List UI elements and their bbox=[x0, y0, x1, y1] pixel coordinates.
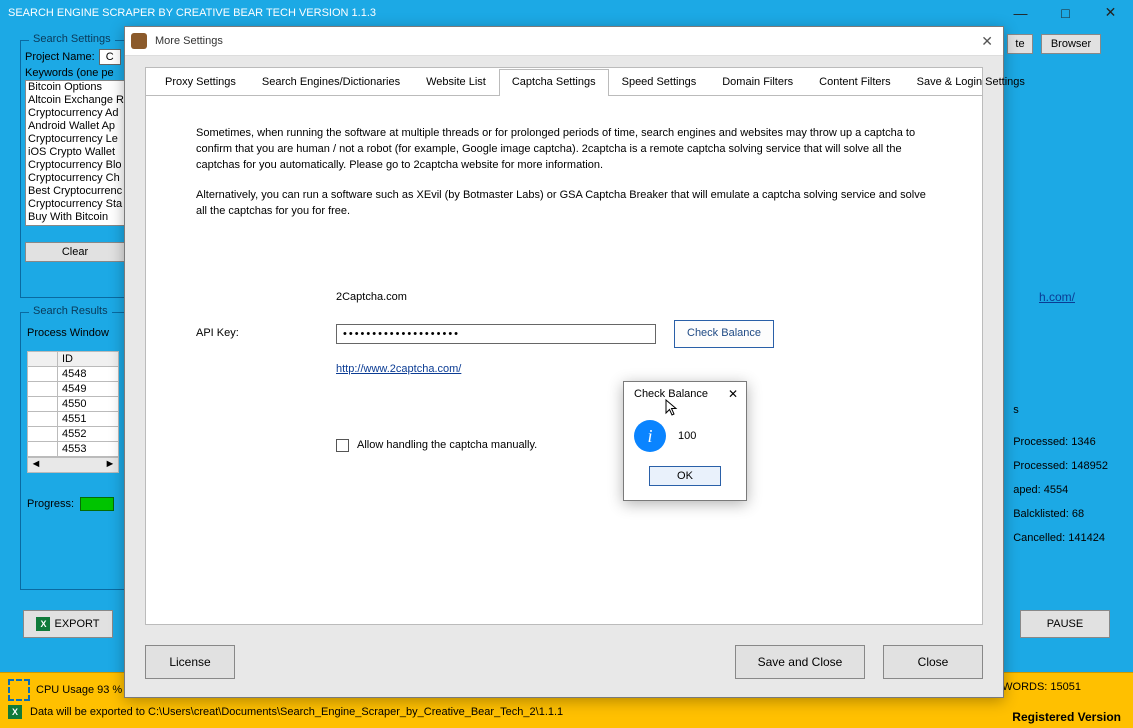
service-name-label: 2Captcha.com bbox=[336, 290, 407, 306]
search-results-panel: Search Results Process Window ID 4548 45… bbox=[20, 312, 130, 590]
captcha-paragraph-1: Sometimes, when running the software at … bbox=[196, 126, 932, 174]
bear-icon bbox=[131, 33, 147, 49]
progress-bar bbox=[80, 497, 114, 511]
info-icon: i bbox=[634, 420, 666, 452]
table-row[interactable]: 4552 bbox=[28, 427, 119, 442]
keyword-item[interactable]: Cryptocurrency Ch bbox=[26, 172, 124, 185]
keyword-item[interactable]: Altcoin Exchange R bbox=[26, 94, 124, 107]
table-row[interactable]: 4551 bbox=[28, 412, 119, 427]
keyword-item[interactable]: Cryptocurrency Ad bbox=[26, 107, 124, 120]
keyword-item[interactable]: Cryptocurrency Le bbox=[26, 133, 124, 146]
keyword-item[interactable]: Android Wallet Ap bbox=[26, 120, 124, 133]
check-balance-dialog: Check Balance ✕ i 100 OK bbox=[623, 381, 747, 501]
tab-content-filters[interactable]: Content Filters bbox=[806, 69, 904, 96]
modal-footer: License Save and Close Close bbox=[145, 645, 983, 679]
progress-label: Progress: bbox=[27, 498, 74, 510]
browser-button[interactable]: Browser bbox=[1041, 34, 1101, 54]
keywords-label: Keywords (one pe bbox=[25, 67, 114, 79]
tab-captcha-settings[interactable]: Captcha Settings bbox=[499, 69, 609, 96]
keyword-item[interactable]: Best Cryptocurrenc bbox=[26, 185, 124, 198]
captcha-paragraph-2: Alternatively, you can run a software su… bbox=[196, 188, 932, 220]
balance-dialog-close-button[interactable]: ✕ bbox=[728, 387, 738, 401]
results-table: ID 4548 4549 4550 4551 4552 4553 bbox=[27, 351, 119, 457]
registered-version-label: Registered Version bbox=[1012, 710, 1121, 724]
tab-proxy-settings[interactable]: Proxy Settings bbox=[152, 69, 249, 96]
table-row[interactable]: 4548 bbox=[28, 367, 119, 382]
captcha-tab-content: Sometimes, when running the software at … bbox=[146, 96, 982, 497]
cpu-usage-label: CPU Usage 93 % bbox=[36, 684, 122, 696]
stat-processed-2: Processed: 148952 bbox=[1013, 460, 1108, 472]
balance-dialog-title: Check Balance bbox=[634, 388, 708, 400]
more-settings-modal: More Settings ✕ Proxy Settings Search En… bbox=[124, 26, 1004, 698]
stat-aped: aped: 4554 bbox=[1013, 484, 1108, 496]
api-key-label: API Key: bbox=[196, 326, 336, 342]
modal-body: Proxy Settings Search Engines/Dictionari… bbox=[145, 67, 983, 625]
clear-button[interactable]: Clear bbox=[25, 242, 125, 262]
manual-captcha-checkbox[interactable] bbox=[336, 439, 349, 452]
table-row[interactable]: 4553 bbox=[28, 442, 119, 457]
excel-icon: X bbox=[36, 617, 50, 631]
stats-block: s Processed: 1346 Processed: 148952 aped… bbox=[1013, 404, 1108, 556]
stat-blacklisted: Balcklisted: 68 bbox=[1013, 508, 1108, 520]
tab-domain-filters[interactable]: Domain Filters bbox=[709, 69, 806, 96]
stats-header-fragment: s bbox=[1013, 404, 1108, 416]
search-settings-title: Search Settings bbox=[29, 33, 115, 45]
close-button-modal[interactable]: Close bbox=[883, 645, 983, 679]
stat-cancelled: Cancelled: 141424 bbox=[1013, 532, 1108, 544]
search-settings-panel: Search Settings Project Name: Keywords (… bbox=[20, 40, 130, 298]
modal-titlebar: More Settings ✕ bbox=[125, 27, 1003, 56]
tab-website-list[interactable]: Website List bbox=[413, 69, 499, 96]
project-name-label: Project Name: bbox=[25, 51, 95, 63]
captcha-link[interactable]: http://www.2captcha.com/ bbox=[336, 362, 461, 378]
id-header: ID bbox=[58, 352, 119, 367]
table-row[interactable]: 4550 bbox=[28, 397, 119, 412]
words-count-label: WORDS: 15051 bbox=[1002, 681, 1081, 693]
maximize-button[interactable]: □ bbox=[1043, 0, 1088, 25]
export-button[interactable]: X EXPORT bbox=[23, 610, 113, 638]
website-link[interactable]: h.com/ bbox=[1039, 290, 1075, 304]
truncated-button[interactable]: te bbox=[1007, 34, 1033, 54]
keyword-item[interactable]: Cryptocurrency Blo bbox=[26, 159, 124, 172]
balance-ok-button[interactable]: OK bbox=[649, 466, 721, 486]
license-button[interactable]: License bbox=[145, 645, 235, 679]
keyword-item[interactable]: Buy With Bitcoin bbox=[26, 211, 124, 224]
export-path-label: Data will be exported to C:\Users\creat\… bbox=[30, 706, 563, 718]
modal-close-button[interactable]: ✕ bbox=[981, 33, 993, 50]
search-results-title: Search Results bbox=[29, 305, 112, 317]
manual-captcha-label: Allow handling the captcha manually. bbox=[357, 438, 537, 454]
keyword-item[interactable]: Bitcoin Options bbox=[26, 81, 124, 94]
tab-save-login-settings[interactable]: Save & Login Settings bbox=[904, 69, 1038, 96]
excel-icon: X bbox=[8, 705, 22, 719]
tab-bar: Proxy Settings Search Engines/Dictionari… bbox=[146, 68, 982, 96]
save-and-close-button[interactable]: Save and Close bbox=[735, 645, 865, 679]
stat-processed-1: Processed: 1346 bbox=[1013, 436, 1108, 448]
modal-title: More Settings bbox=[155, 35, 223, 47]
keyword-item[interactable]: iOS Crypto Wallet bbox=[26, 146, 124, 159]
process-window-label: Process Window bbox=[27, 327, 123, 339]
app-title: SEARCH ENGINE SCRAPER BY CREATIVE BEAR T… bbox=[8, 7, 376, 19]
pause-button[interactable]: PAUSE bbox=[1020, 610, 1110, 638]
minimize-button[interactable]: — bbox=[998, 0, 1043, 25]
keywords-listbox[interactable]: Bitcoin Options Altcoin Exchange R Crypt… bbox=[25, 80, 125, 226]
tab-speed-settings[interactable]: Speed Settings bbox=[609, 69, 710, 96]
table-row[interactable]: 4549 bbox=[28, 382, 119, 397]
main-titlebar: SEARCH ENGINE SCRAPER BY CREATIVE BEAR T… bbox=[0, 0, 1133, 25]
check-balance-button[interactable]: Check Balance bbox=[674, 320, 774, 348]
close-button[interactable]: ✕ bbox=[1088, 0, 1133, 25]
cpu-icon bbox=[8, 679, 30, 701]
horizontal-scrollbar[interactable]: ◄► bbox=[27, 457, 119, 473]
tab-search-engines[interactable]: Search Engines/Dictionaries bbox=[249, 69, 413, 96]
keyword-item[interactable]: Cryptocurrency Sta bbox=[26, 198, 124, 211]
project-name-input[interactable] bbox=[99, 49, 121, 65]
api-key-input[interactable] bbox=[336, 324, 656, 344]
balance-value: 100 bbox=[678, 430, 696, 442]
